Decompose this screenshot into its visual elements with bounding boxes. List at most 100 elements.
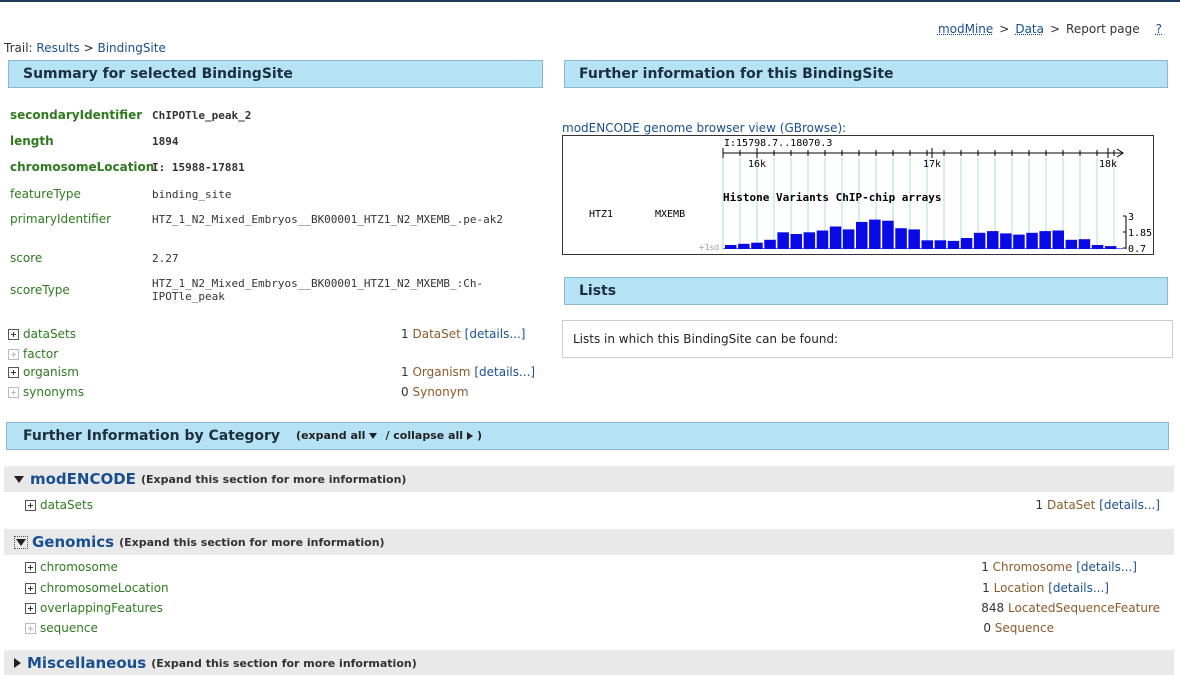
collection-name[interactable]: dataSets [23,327,76,341]
lists-text: Lists in which this BindingSite can be f… [573,332,839,346]
summary-row: featureType binding_site [10,187,550,201]
nav-current-page: Report page [1066,22,1140,36]
collapse-icon[interactable] [14,535,28,549]
nav-separator: > [999,22,1010,36]
collection-row-synonyms[interactable]: synonyms 0 Synonym [8,385,538,399]
trail-label: Trail: [4,41,33,55]
collection-row-datasets[interactable]: dataSets 1 DataSet [details...] [8,327,538,341]
trail-current[interactable]: BindingSite [97,41,165,55]
category-row-count: 0 Sequence [983,621,1054,635]
further-info-header: Further information for this BindingSite [564,60,1168,88]
count-type: LocatedSequenceFeature [1007,601,1160,615]
category-row-name[interactable]: chromosomeLocation [40,581,169,595]
details-link[interactable]: [details...] [1076,560,1137,574]
collapse-all-link[interactable]: / collapse all [385,423,463,449]
category-title[interactable]: modENCODE [30,470,136,488]
nav-data-link[interactable]: Data [1015,22,1044,36]
collection-name[interactable]: organism [23,365,79,379]
signal-bar [921,240,933,249]
help-link[interactable]: ? [1156,22,1162,36]
summary-key: score [10,251,43,265]
nav-home-link[interactable]: modMine [938,22,993,36]
category-row-count: 1 Location [details...] [982,581,1109,595]
details-link[interactable]: [details...] [474,365,535,379]
signal-bar [790,234,802,249]
gbrowse-link[interactable]: modENCODE genome browser view (GBrowse): [562,121,846,135]
signal-bar [1000,233,1012,249]
signal-bar [738,243,750,249]
category-row[interactable]: chromosomeLocation 1 Location [details..… [25,581,1160,595]
trail-results-link[interactable]: Results [36,41,79,55]
ruler-tick-label: 17k [923,159,941,170]
details-link[interactable]: [details...] [465,327,526,341]
signal-bar [973,232,986,249]
collection-count: 1 Organism [details...] [401,365,535,379]
expand-icon[interactable] [8,328,19,340]
summary-key: scoreType [10,283,70,297]
trail-separator: > [83,41,94,55]
expand-icon[interactable] [25,561,36,573]
summary-row: secondaryIdentifier ChIPOTle_peak_2 [10,108,550,122]
signal-bar [895,228,907,249]
expand-collapse-controls: (expand all / collapse all ) [296,423,482,449]
nav-separator: > [1049,22,1061,36]
count-type: Location [993,581,1045,595]
signal-bar [842,229,855,249]
category-row-name[interactable]: chromosome [40,560,118,574]
track-title: Histone Variants ChIP-chip arrays [723,191,942,204]
signal-bar [1078,239,1091,249]
expand-icon[interactable] [25,582,36,594]
category-miscellaneous[interactable]: Miscellaneous (Expand this section for m… [4,650,1174,675]
count-type: Chromosome [992,560,1073,574]
category-genomics[interactable]: Genomics (Expand this section for more i… [4,529,1174,555]
summary-row: length 1894 [10,134,550,148]
gbrowse-image[interactable]: I:15798.7..18070.3 16k 17k 18k Histone Var… [562,135,1154,255]
summary-value: 1894 [152,134,179,148]
signal-bar [803,232,816,249]
signal-bar [829,226,842,249]
collection-row-factor[interactable]: factor [8,347,538,361]
category-hint: (Expand this section for more informatio… [151,656,417,670]
sd-label: +1sd [698,243,719,252]
category-row-count: 1 Chromosome [details...] [981,560,1137,574]
category-header: Further Information by Category (expand … [6,422,1169,450]
summary-row: primaryIdentifier HTZ_1_N2_Mixed_Embryos… [10,212,550,226]
category-row-name[interactable]: dataSets [40,498,93,512]
summary-row: score 2.27 [10,251,550,265]
count-number: 1 [401,365,409,379]
count-number: 1 [401,327,409,341]
details-link[interactable]: [details...] [1099,498,1160,512]
category-modencode[interactable]: modENCODE (Expand this section for more … [4,466,1174,492]
expand-icon[interactable] [25,499,36,511]
signal-bar [1013,234,1025,249]
collection-name: factor [23,347,59,361]
category-row[interactable]: chromosome 1 Chromosome [details...] [25,560,1160,574]
expand-icon[interactable] [14,658,21,668]
collapse-all-icon[interactable] [467,432,474,440]
count-type: DataSet [1047,498,1096,512]
collapse-icon[interactable] [14,475,24,483]
count-number: 0 [983,621,991,635]
collection-row-organism[interactable]: organism 1 Organism [details...] [8,365,538,379]
category-title[interactable]: Miscellaneous [27,654,146,672]
controls-close-paren: ) [477,429,483,442]
category-row-name[interactable]: overlappingFeatures [40,601,163,615]
count-number: 0 [401,385,409,399]
summary-value: binding_site [152,187,232,201]
category-row[interactable]: sequence 0 Sequence [25,621,1160,635]
details-link[interactable]: [details...] [1048,581,1109,595]
collection-name: synonyms [23,385,84,399]
category-row[interactable]: overlappingFeatures 848 LocatedSequenceF… [25,601,1160,615]
expand-icon[interactable] [8,366,19,378]
expand-icon[interactable] [25,602,36,614]
expand-all-link[interactable]: (expand all [296,423,365,449]
count-type: DataSet [412,327,461,341]
signal-bar [751,242,763,249]
category-title[interactable]: Genomics [32,533,114,551]
category-header-title: Further Information by Category [23,428,281,444]
scale-min: 0.7 [1128,244,1146,255]
summary-key: length [10,134,54,148]
category-row[interactable]: dataSets 1 DataSet [details...] [25,498,1160,512]
expand-all-icon[interactable] [369,433,378,439]
expand-icon [8,348,19,360]
